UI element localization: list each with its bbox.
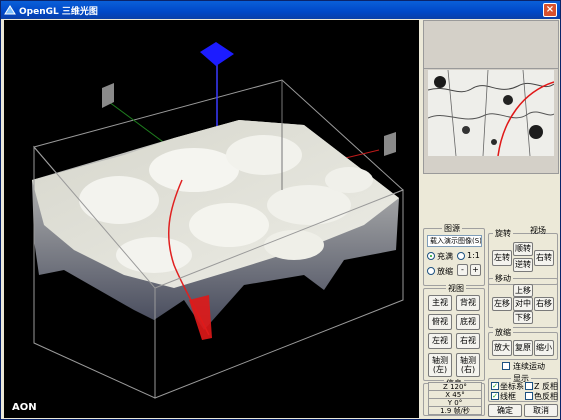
close-button[interactable]: × xyxy=(543,3,557,17)
field-title: 视场 xyxy=(530,226,546,235)
view-bottom-button[interactable]: 底视 xyxy=(456,314,480,330)
rotate-title: 旋转 xyxy=(493,228,513,239)
view-axo-right-line1: 轴测 xyxy=(460,356,476,365)
move-group: 移动 上移 左移 对中 右移 下移 xyxy=(488,273,558,328)
rotate-ccw-button[interactable]: 逆转 xyxy=(513,258,533,272)
grain xyxy=(149,148,239,192)
scale-shrink-button[interactable]: 缩小 xyxy=(534,340,554,356)
move-up-button[interactable]: 上移 xyxy=(513,284,533,297)
color-reverse-label: 色反相 xyxy=(534,392,558,401)
move-center-button[interactable]: 对中 xyxy=(513,297,533,311)
move-left-button[interactable]: 左移 xyxy=(492,297,512,311)
info-speed: 1.9 帧/秒 xyxy=(428,406,482,415)
move-down-button[interactable]: 下移 xyxy=(513,311,533,324)
watermark-text: AON xyxy=(12,402,37,413)
view-group: 视图 主视 背视 俯视 底视 左视 右视 轴测 (左) 轴测 (右) xyxy=(423,283,485,381)
view-axo-right-line2: (右) xyxy=(460,365,476,374)
grain xyxy=(226,135,302,175)
grain xyxy=(79,176,159,224)
continuous-checkbox[interactable] xyxy=(502,362,510,370)
application-window: OpenGL 三维光图 × AON 图源 载入演示图像(S) 充满 1:1 放缩… xyxy=(0,0,561,420)
color-reverse-checkbox[interactable] xyxy=(525,392,533,400)
move-right-button[interactable]: 右移 xyxy=(534,297,554,311)
wireframe-checkbox[interactable]: ✓ xyxy=(491,392,499,400)
scale-restore-button[interactable]: 复原 xyxy=(513,340,533,356)
info-group: 信息 Z 120° X 45° Y 0° 1.9 帧/秒 xyxy=(423,378,485,416)
radio-zoom[interactable] xyxy=(427,267,435,275)
move-title: 移动 xyxy=(493,273,513,284)
coords-checkbox[interactable]: ✓ xyxy=(491,382,499,390)
control-panel: 图源 载入演示图像(S) 充满 1:1 放缩 - + 旋转 视场 左转 顺转 逆… xyxy=(421,20,559,418)
z-axis-marker xyxy=(200,42,234,66)
empty-panel xyxy=(423,20,559,70)
title-bar[interactable]: OpenGL 三维光图 × xyxy=(1,1,560,19)
cut-line-shadow xyxy=(189,295,212,340)
image-source-group: 图源 载入演示图像(S) 充满 1:1 放缩 - + xyxy=(423,223,485,286)
cancel-button[interactable]: 取消 xyxy=(524,404,558,417)
opengl-viewport[interactable]: AON xyxy=(4,20,419,418)
view-left-button[interactable]: 左视 xyxy=(428,333,452,349)
radio-fill-label: 充满 xyxy=(437,252,453,261)
scale-group: 放缩 放大 复原 缩小 xyxy=(488,327,558,360)
continuous-label: 连续运动 xyxy=(513,362,545,371)
view-axo-right-button[interactable]: 轴测 (右) xyxy=(456,353,480,377)
image-source-title: 图源 xyxy=(442,223,462,234)
view-axo-left-button[interactable]: 轴测 (左) xyxy=(428,353,452,377)
view-axo-left-line2: (左) xyxy=(432,365,448,374)
zoom-minus-button[interactable]: - xyxy=(457,264,468,276)
view-back-button[interactable]: 背视 xyxy=(456,295,480,311)
rotate-right-button[interactable]: 右转 xyxy=(534,250,554,266)
wireframe-label: 线框 xyxy=(500,392,516,401)
scale-title: 放缩 xyxy=(493,327,513,338)
grain xyxy=(189,203,269,247)
rotate-cw-button[interactable]: 顺转 xyxy=(513,242,533,256)
window-title: OpenGL 三维光图 xyxy=(19,7,98,17)
opengl-app-icon xyxy=(4,5,16,15)
preview-frame xyxy=(423,68,559,174)
scale-enlarge-button[interactable]: 放大 xyxy=(492,340,512,356)
view-axo-left-line1: 轴测 xyxy=(432,356,448,365)
radio-zoom-label: 放缩 xyxy=(437,267,453,276)
view-right-button[interactable]: 右视 xyxy=(456,333,480,349)
view-top-button[interactable]: 俯视 xyxy=(428,314,452,330)
micrograph-preview xyxy=(428,70,554,156)
source-select[interactable]: 载入演示图像(S) xyxy=(427,235,482,247)
grain xyxy=(325,167,373,193)
radio-one-to-one[interactable] xyxy=(457,252,465,260)
surface-3d-render xyxy=(32,42,404,399)
z-reverse-checkbox[interactable] xyxy=(525,382,533,390)
zoom-plus-button[interactable]: + xyxy=(470,264,481,276)
grain xyxy=(264,230,324,260)
x-axis-marker xyxy=(384,132,396,156)
display-group: 显示 ✓ 坐标系 Z 反相 ✓ 线框 色反相 xyxy=(488,373,558,402)
view-main-button[interactable]: 主视 xyxy=(428,295,452,311)
ok-button[interactable]: 确定 xyxy=(488,404,522,417)
view-title: 视图 xyxy=(446,283,466,294)
radio-fill[interactable] xyxy=(427,252,435,260)
grain xyxy=(116,237,192,273)
rotate-left-button[interactable]: 左转 xyxy=(492,250,512,266)
radio-one-to-one-label: 1:1 xyxy=(467,251,480,260)
micrograph-image xyxy=(428,70,554,156)
